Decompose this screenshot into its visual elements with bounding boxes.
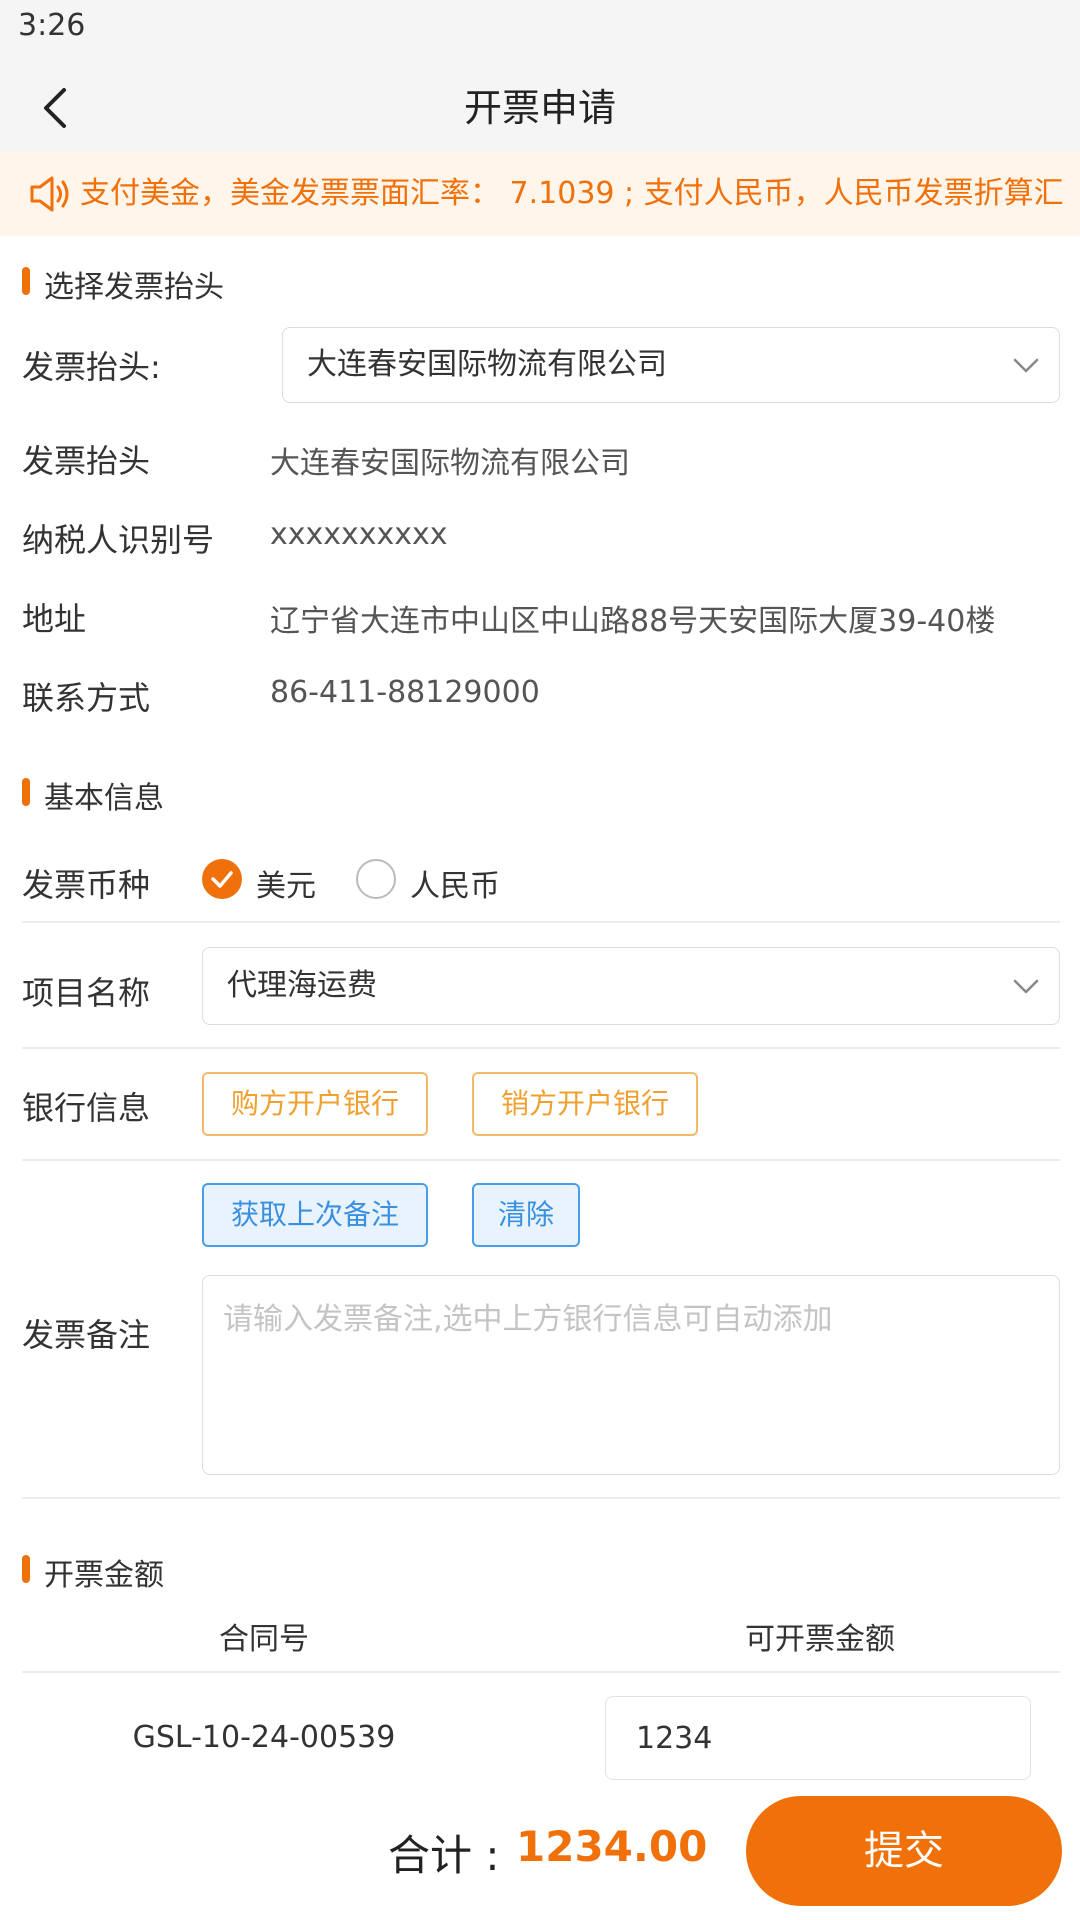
divider (22, 1159, 1060, 1161)
bank-label: 银行信息 (22, 1089, 151, 1127)
divider (22, 1047, 1060, 1049)
table-divider (22, 1671, 1060, 1673)
chevron-down-icon (1013, 358, 1039, 374)
status-time: 3:26 (18, 8, 86, 43)
detail-label: 地址 (22, 600, 87, 638)
detail-label: 纳税人识别号 (22, 521, 215, 559)
section-marker (22, 267, 30, 295)
chevron-down-icon (1013, 979, 1039, 995)
amount-input[interactable] (605, 1696, 1031, 1780)
total-label: 合计 : (388, 1831, 500, 1880)
radio-cny[interactable] (356, 859, 396, 899)
submit-button[interactable]: 提交 (746, 1796, 1062, 1906)
section-title-basic: 基本信息 (44, 781, 164, 816)
section-title-amount: 开票金额 (44, 1558, 164, 1593)
divider (22, 921, 1060, 923)
radio-cny-label[interactable]: 人民币 (410, 861, 500, 905)
detail-value: 辽宁省大连市中山区中山路88号天安国际大厦39-40楼 (270, 604, 996, 639)
radio-usd-label[interactable]: 美元 (256, 861, 316, 905)
detail-value: 86-411-88129000 (270, 675, 540, 710)
detail-value: 大连春安国际物流有限公司 (270, 446, 630, 481)
section-marker (22, 778, 30, 806)
invoice-header-select-value: 大连春安国际物流有限公司 (307, 347, 667, 382)
total-value: 1234.00 (516, 1822, 708, 1871)
status-bar (0, 0, 1080, 60)
detail-value: xxxxxxxxxx (270, 517, 448, 552)
buyer-bank-button[interactable]: 购方开户银行 (202, 1072, 428, 1136)
invoice-header-select-label: 发票抬头: (22, 348, 161, 386)
column-header-amount: 可开票金额 (745, 1622, 895, 1657)
seller-bank-button[interactable]: 销方开户银行 (472, 1072, 698, 1136)
notice-text: 支付美金，美金发票票面汇率： 7.1039 ; 支付人民币，人民币发票折算汇 (80, 176, 1064, 211)
detail-label: 发票抬头 (22, 442, 151, 480)
project-label: 项目名称 (22, 974, 151, 1012)
radio-usd[interactable] (202, 859, 242, 899)
detail-label: 联系方式 (22, 679, 151, 717)
notice-bar: 支付美金，美金发票票面汇率： 7.1039 ; 支付人民币，人民币发票折算汇 (0, 152, 1080, 236)
invoice-header-select[interactable]: 大连春安国际物流有限公司 (282, 327, 1060, 403)
section-title-invoice-header: 选择发票抬头 (44, 270, 224, 305)
speaker-icon (28, 172, 74, 216)
section-marker (22, 1555, 30, 1583)
project-select-value: 代理海运费 (227, 968, 377, 1003)
get-last-remark-button[interactable]: 获取上次备注 (202, 1183, 428, 1247)
project-select[interactable]: 代理海运费 (202, 947, 1060, 1025)
divider (22, 1497, 1060, 1499)
clear-remark-button[interactable]: 清除 (472, 1183, 580, 1247)
remark-label: 发票备注 (22, 1316, 151, 1354)
column-header-contract: 合同号 (219, 1622, 309, 1657)
currency-label: 发票币种 (22, 866, 151, 904)
page-title: 开票申请 (463, 86, 616, 130)
contract-number: GSL-10-24-00539 (132, 1720, 396, 1755)
remark-textarea[interactable] (202, 1275, 1060, 1475)
check-icon (211, 871, 233, 888)
